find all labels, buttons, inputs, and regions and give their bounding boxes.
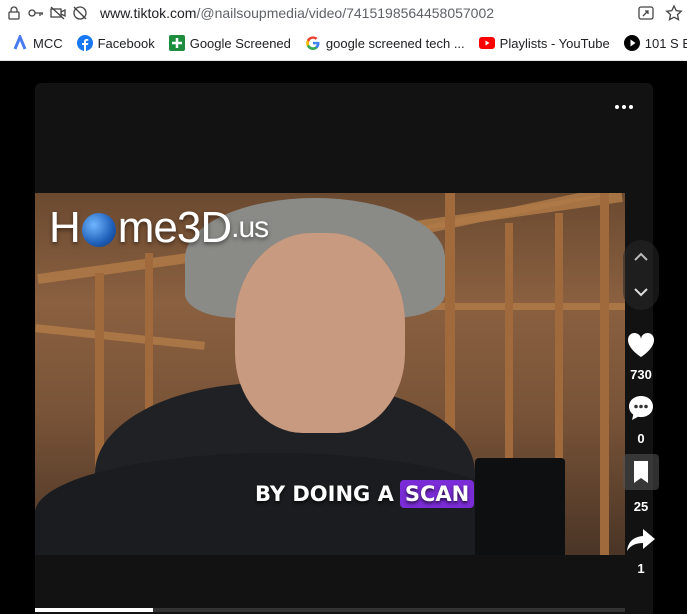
video-player[interactable]: H me3D .us BY DOING A SCAN	[35, 193, 625, 555]
caption-highlight: SCAN	[399, 480, 475, 508]
bookmark-label: MCC	[33, 35, 63, 51]
google-screened-icon	[168, 35, 185, 51]
bookmark-label: Playlists - YouTube	[499, 35, 610, 51]
share-action[interactable]: 1	[620, 528, 662, 576]
address-bar: www.tiktok.com/@nailsoupmedia/video/7415…	[0, 0, 687, 26]
url-host: www.tiktok.com	[100, 5, 197, 21]
person-face	[235, 233, 405, 433]
bookmark-label: Facebook	[97, 35, 155, 51]
more-options-icon[interactable]	[615, 105, 633, 109]
video-progress-fill	[35, 608, 153, 612]
save-action[interactable]: 25	[620, 454, 662, 514]
like-action[interactable]: 730	[620, 332, 662, 382]
scanner-device	[475, 458, 565, 555]
home3d-logo: H me3D .us	[49, 203, 269, 253]
next-video-chevron-down-icon[interactable]	[633, 284, 649, 302]
video-blocked-icon[interactable]	[50, 5, 66, 21]
caption-text: BY DOING A	[255, 482, 394, 506]
bookmark-label: 101 S Easton Rd Gle	[644, 35, 687, 51]
url-field[interactable]: www.tiktok.com/@nailsoupmedia/video/7415…	[100, 5, 494, 21]
video-caption: BY DOING A SCAN	[255, 480, 475, 508]
save-count: 25	[633, 499, 649, 514]
video-navigation	[623, 240, 659, 310]
mcc-logo-icon	[12, 35, 28, 51]
comment-icon[interactable]	[627, 394, 655, 427]
video-progress-bar[interactable]	[35, 608, 625, 612]
share-count: 1	[637, 561, 645, 576]
globe-icon	[81, 213, 116, 247]
autoplay-blocked-icon[interactable]	[72, 5, 88, 21]
install-app-icon[interactable]	[637, 4, 655, 27]
bookmark-101-s-easton[interactable]: 101 S Easton Rd Gle	[623, 35, 687, 51]
url-path: /@nailsoupmedia/video/741519856445805700…	[196, 5, 495, 21]
comment-action[interactable]: 0	[620, 394, 662, 446]
bookmark-facebook[interactable]: Facebook	[76, 35, 155, 51]
logo-text-main: me3D	[117, 203, 232, 252]
like-count: 730	[630, 367, 652, 382]
bookmark-label: Google Screened	[189, 35, 291, 51]
play-circle-icon	[623, 35, 640, 51]
heart-icon[interactable]	[627, 332, 655, 363]
bookmarks-bar: MCC Facebook Google Screened google scre…	[0, 26, 687, 61]
youtube-icon	[478, 35, 495, 51]
bookmark-google-screened[interactable]: Google Screened	[168, 35, 291, 51]
logo-text-start: H	[49, 203, 81, 252]
bookmark-label: google screened tech ...	[325, 35, 465, 51]
bookmark-google-screened-tech[interactable]: google screened tech ...	[305, 35, 465, 51]
facebook-icon	[76, 35, 93, 51]
bookmark-mcc[interactable]: MCC	[12, 35, 63, 51]
previous-video-chevron-up-icon[interactable]	[633, 249, 649, 267]
key-icon[interactable]	[28, 5, 44, 21]
logo-text-domain: .us	[231, 211, 269, 244]
comment-count: 0	[637, 431, 645, 446]
favorite-star-icon[interactable]	[665, 4, 683, 27]
share-arrow-icon[interactable]	[626, 528, 656, 557]
bookmark-playlists-youtube[interactable]: Playlists - YouTube	[478, 35, 610, 51]
lock-icon[interactable]	[6, 5, 22, 21]
bookmark-icon[interactable]	[623, 454, 659, 495]
google-icon	[305, 35, 321, 51]
